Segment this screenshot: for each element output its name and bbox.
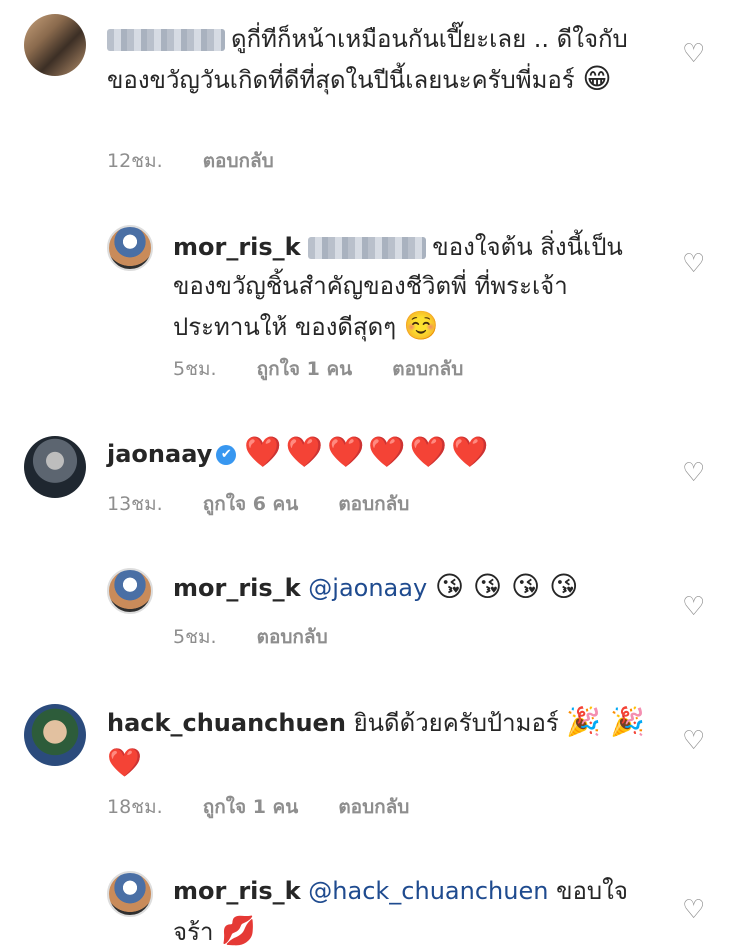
blurred-username[interactable]: [107, 29, 225, 51]
avatar[interactable]: [107, 225, 153, 271]
heart-outline-icon[interactable]: ♡: [682, 897, 706, 923]
comment-body: ดูกี่ทีก็หน้าเหมือนกันเปี๊ยะเลย .. ดีใจก…: [107, 20, 647, 100]
comment-meta: 5ชม. ตอบกลับ: [173, 622, 362, 652]
comment-meta: 5ชม. ถูกใจ 1 คน ตอบกลับ: [173, 354, 497, 384]
username[interactable]: mor_ris_k: [173, 574, 301, 602]
username[interactable]: mor_ris_k: [173, 877, 301, 905]
comment-meta: 18ชม. ถูกใจ 1 คน ตอบกลับ: [107, 792, 443, 822]
avatar[interactable]: [107, 568, 153, 614]
username[interactable]: jaonaay: [107, 440, 212, 468]
avatar[interactable]: [24, 704, 86, 766]
comment-meta: 12ชม. ตอบกลับ: [107, 146, 308, 176]
avatar[interactable]: [24, 14, 86, 76]
timestamp: 5ชม.: [173, 626, 217, 648]
comment-meta: 13ชม. ถูกใจ 6 คน ตอบกลับ: [107, 489, 443, 519]
reply-button[interactable]: ตอบกลับ: [338, 493, 409, 515]
comment-body: mor_ris_k ของใจต้น สิ่งนี้เป็นของขวัญชิ้…: [173, 228, 653, 347]
comment-body: mor_ris_k @jaonaay 😘 😘 😘 😘: [173, 567, 653, 608]
comment-text: ยินดีด้วยครับป้ามอร์: [353, 709, 559, 737]
username[interactable]: mor_ris_k: [173, 233, 301, 261]
reply-button[interactable]: ตอบกลับ: [392, 358, 463, 380]
reply-button[interactable]: ตอบกลับ: [203, 150, 274, 172]
likes-count[interactable]: ถูกใจ 6 คน: [203, 493, 299, 515]
lips-emoji: 💋: [221, 914, 256, 947]
username[interactable]: hack_chuanchuen: [107, 709, 346, 737]
grin-emoji: 😁: [582, 62, 612, 95]
timestamp: 12ชม.: [107, 150, 163, 172]
comment-body: hack_chuanchuen ยินดีด้วยครับป้ามอร์ 🎉 🎉…: [107, 702, 647, 784]
kiss-emojis: 😘 😘 😘 😘: [434, 570, 579, 603]
timestamp: 13ชม.: [107, 493, 163, 515]
reply-button[interactable]: ตอบกลับ: [257, 626, 328, 648]
heart-outline-icon[interactable]: ♡: [682, 728, 706, 754]
mention-link[interactable]: @jaonaay: [308, 574, 427, 602]
blurred-mention[interactable]: [308, 237, 427, 259]
avatar[interactable]: [24, 436, 86, 498]
mention-link[interactable]: @hack_chuanchuen: [308, 877, 548, 905]
verified-badge-icon: ✔: [216, 445, 237, 465]
heart-emojis: ❤️❤️❤️❤️❤️❤️: [244, 435, 493, 470]
likes-count[interactable]: ถูกใจ 1 คน: [257, 358, 353, 380]
comment-body: jaonaay ✔ ❤️❤️❤️❤️❤️❤️: [107, 433, 647, 474]
heart-outline-icon[interactable]: ♡: [682, 460, 706, 486]
smile-emoji: ☺️: [403, 309, 439, 342]
timestamp: 5ชม.: [173, 358, 217, 380]
heart-outline-icon[interactable]: ♡: [682, 251, 706, 277]
heart-outline-icon[interactable]: ♡: [682, 594, 706, 620]
likes-count[interactable]: ถูกใจ 1 คน: [203, 796, 299, 818]
comment-body: mor_ris_k @hack_chuanchuen ขอบใจจร้า 💋: [173, 872, 653, 952]
heart-outline-icon[interactable]: ♡: [682, 41, 706, 67]
avatar[interactable]: [107, 871, 153, 917]
timestamp: 18ชม.: [107, 796, 163, 818]
reply-button[interactable]: ตอบกลับ: [338, 796, 409, 818]
